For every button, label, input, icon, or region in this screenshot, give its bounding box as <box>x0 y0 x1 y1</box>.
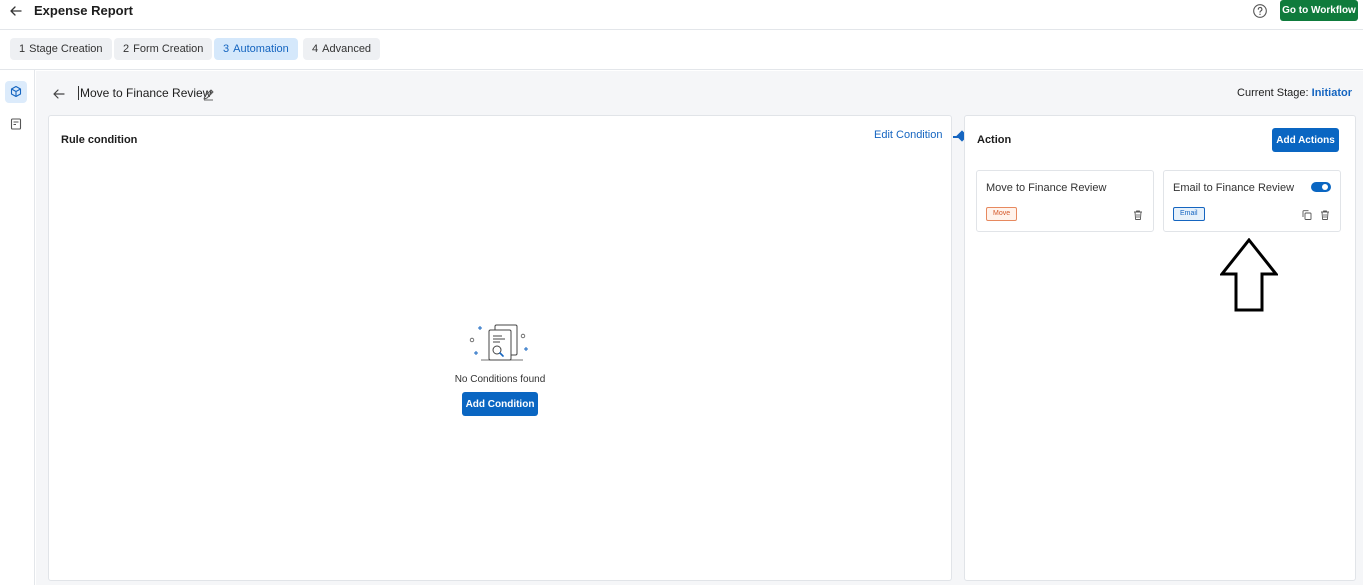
action-card-title: Move to Finance Review <box>986 182 1107 194</box>
edit-condition-link[interactable]: Edit Condition <box>874 129 943 141</box>
up-arrow-annotation-icon <box>1220 238 1278 312</box>
tab-form-creation[interactable]: 2 Form Creation <box>114 38 213 60</box>
step-tabs: 1 Stage Creation 2 Form Creation 3 Automati… <box>0 30 1363 70</box>
step-label: Form Creation <box>133 43 204 55</box>
step-number: 2 <box>123 43 130 55</box>
rail-item-automation[interactable] <box>5 81 27 103</box>
rule-name-field[interactable]: Move to Finance Review <box>78 86 211 100</box>
current-stage-value[interactable]: Initiator <box>1312 87 1352 99</box>
step-number: 1 <box>19 43 26 55</box>
empty-state-text: No Conditions found <box>454 374 546 385</box>
step-label: Stage Creation <box>29 43 103 55</box>
go-to-workflow-button[interactable]: Go to Workflow <box>1280 0 1358 21</box>
top-bar: Expense Report Go to Workflow <box>0 0 1363 30</box>
back-arrow-icon[interactable] <box>8 3 24 19</box>
toggle-knob <box>1322 184 1328 190</box>
step-number: 3 <box>223 43 230 55</box>
empty-conditions-illustration-icon <box>469 324 528 361</box>
action-card-title: Email to Finance Review <box>1173 182 1295 194</box>
step-label: Automation <box>233 43 289 55</box>
step-number: 4 <box>312 43 319 55</box>
action-panel: Action Add Actions Move to Finance Revie… <box>964 115 1356 581</box>
rule-condition-panel: Rule condition Edit Condition No Conditi… <box>48 115 952 581</box>
add-condition-button[interactable]: Add Condition <box>462 392 538 416</box>
tab-advanced[interactable]: 4 Advanced <box>303 38 381 60</box>
current-stage-label: Current Stage: <box>1237 87 1309 99</box>
panel-title: Action <box>977 134 1012 146</box>
tab-automation[interactable]: 3 Automation <box>214 38 298 60</box>
cube-icon <box>10 85 22 98</box>
tab-stage-creation[interactable]: 1 Stage Creation <box>10 38 112 60</box>
current-stage: Current Stage: Initiator <box>1237 87 1352 99</box>
main-content: Move to Finance Review Current Stage: In… <box>36 71 1363 585</box>
left-rail <box>0 70 35 585</box>
app-title: Expense Report <box>34 3 133 18</box>
add-actions-button[interactable]: Add Actions <box>1272 128 1339 152</box>
action-type-badge: Email <box>1173 207 1205 221</box>
copy-icon[interactable] <box>1301 209 1313 221</box>
panel-title: Rule condition <box>61 134 138 146</box>
back-arrow-icon[interactable] <box>52 87 66 101</box>
action-card-email[interactable]: Email to Finance Review Email <box>1163 170 1341 232</box>
trash-icon[interactable] <box>1132 209 1144 221</box>
action-type-badge: Move <box>986 207 1018 221</box>
pencil-icon[interactable] <box>202 88 215 101</box>
step-label: Advanced <box>322 43 372 55</box>
form-icon <box>10 118 22 130</box>
trash-icon[interactable] <box>1319 209 1331 221</box>
action-card-move[interactable]: Move to Finance Review Move <box>976 170 1154 232</box>
enable-toggle[interactable] <box>1311 182 1331 192</box>
rail-item-form[interactable] <box>5 113 27 135</box>
help-icon[interactable] <box>1252 3 1268 19</box>
